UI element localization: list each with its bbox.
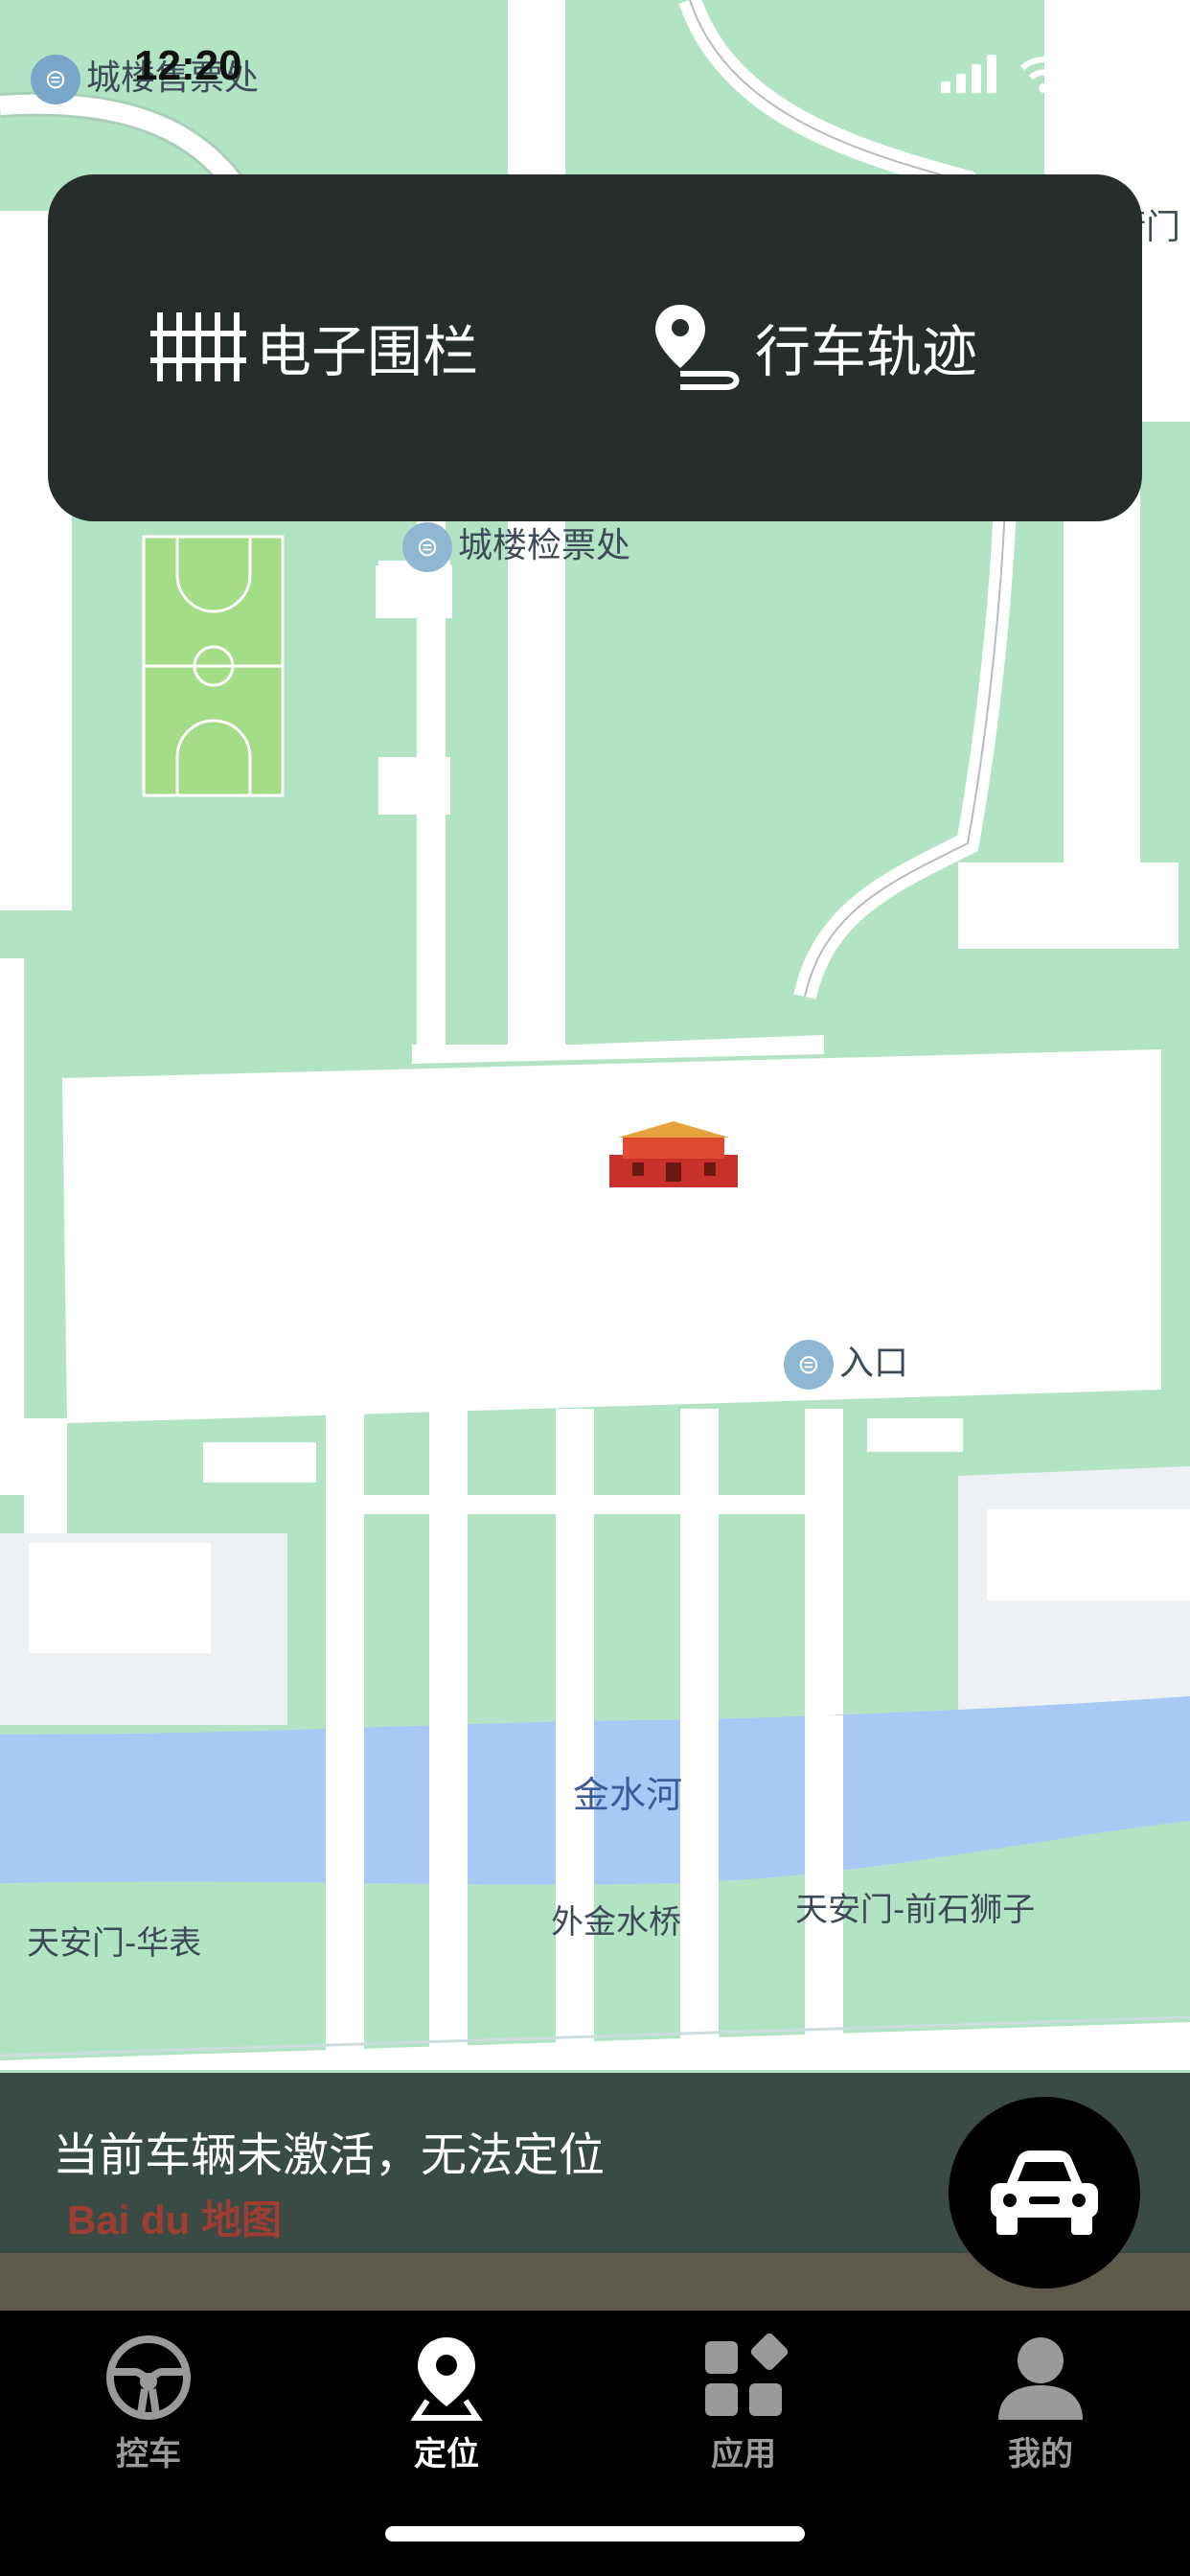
ticket-icon: ⊜ (31, 55, 80, 104)
tab-label: 我的 (1008, 2435, 1073, 2473)
tab-label: 应用 (711, 2435, 776, 2473)
driving-track-button[interactable]: 行车轨迹 (652, 299, 977, 395)
map-label-river: 金水河 (573, 1774, 683, 1816)
tab-control-car[interactable]: 控车 (53, 2332, 244, 2474)
map-label-huabiao[interactable]: 天安门-华表 (27, 1917, 201, 1964)
tab-location[interactable]: 定位 (351, 2332, 542, 2474)
tab-label: 定位 (414, 2435, 479, 2473)
electronic-fence-button[interactable]: 电子围栏 (149, 299, 478, 395)
battery-icon (1088, 57, 1158, 91)
feature-panel: 电子围栏 行车轨迹 (48, 174, 1142, 521)
car-icon (991, 2150, 1098, 2235)
person-icon (993, 2332, 1088, 2424)
electronic-fence-label: 电子围栏 (256, 319, 479, 384)
tab-label: 控车 (116, 2435, 181, 2473)
map-label-entrance[interactable]: ⊜ 入口 (784, 1335, 908, 1390)
car-locate-button[interactable] (949, 2097, 1140, 2288)
map-label-lion[interactable]: 天安门-前石狮子 (795, 1883, 1035, 1930)
steering-wheel-icon (101, 2332, 196, 2424)
status-bar: ⊜ 城楼售票处 12:20 (0, 0, 1190, 134)
entrance-text: 入口 (839, 1344, 909, 1383)
tab-bar: 控车 定位 应用 我的 (0, 2311, 1190, 2576)
checkpoint-text: 城楼检票处 (458, 526, 631, 565)
driving-track-label: 行车轨迹 (755, 319, 978, 384)
baidu-map-logo: Bai du 地图 (67, 2197, 283, 2242)
ticket-icon: ⊜ (402, 522, 452, 572)
location-pin-icon (399, 2332, 494, 2424)
status-icons (941, 50, 1158, 98)
tab-apps[interactable]: 应用 (648, 2332, 839, 2474)
map-label-checkpoint[interactable]: ⊜ 城楼检票处 (402, 518, 630, 572)
fence-icon (150, 312, 246, 381)
status-time: 12:20 (134, 42, 242, 89)
tab-profile[interactable]: 我的 (945, 2332, 1136, 2474)
track-pin-icon (655, 305, 740, 390)
location-status-message: 当前车辆未激活，无法定位 (53, 2128, 606, 2182)
ticket-icon: ⊜ (784, 1340, 834, 1390)
map-label-bridge[interactable]: 外金水桥 (551, 1896, 681, 1943)
home-indicator[interactable] (385, 2526, 805, 2542)
wifi-icon (1019, 57, 1067, 93)
signal-icon (941, 55, 996, 93)
apps-icon (696, 2332, 791, 2424)
